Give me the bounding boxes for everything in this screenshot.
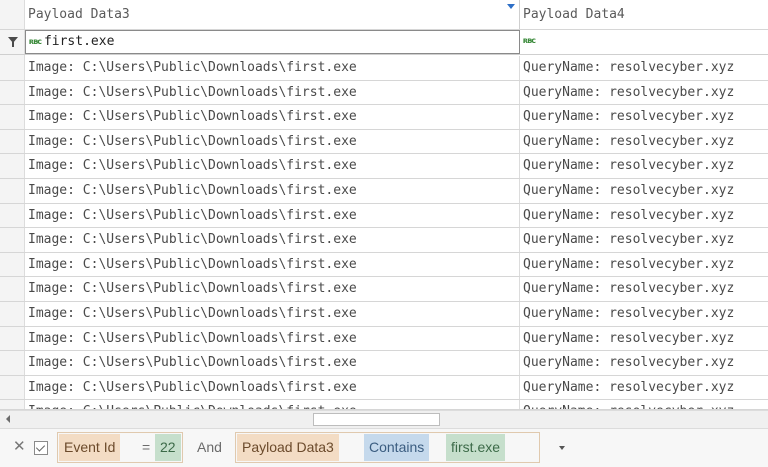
cell-payload-data4[interactable]: QueryName: resolvecyber.xyz xyxy=(520,351,768,375)
table-row[interactable]: Image: C:\Users\Public\Downloads\first.e… xyxy=(0,179,768,204)
cell-payload-data3[interactable]: Image: C:\Users\Public\Downloads\first.e… xyxy=(25,179,520,203)
cell-payload-data4[interactable]: QueryName: resolvecyber.xyz xyxy=(520,130,768,154)
cell-payload-data4[interactable]: QueryName: resolvecyber.xyz xyxy=(520,302,768,326)
cell-payload-data4[interactable]: QueryName: resolvecyber.xyz xyxy=(520,228,768,252)
filter-active-marker-icon[interactable] xyxy=(507,4,515,9)
cell-payload-data3[interactable]: Image: C:\Users\Public\Downloads\first.e… xyxy=(25,375,520,400)
table-row[interactable]: Image: C:\Users\Public\Downloads\first.e… xyxy=(0,228,768,253)
table-row[interactable]: Image: C:\Users\Public\Downloads\first.e… xyxy=(0,129,768,155)
cell-payload-data3[interactable]: Image: C:\Users\Public\Downloads\first.e… xyxy=(25,203,520,228)
filter-group-operator[interactable]: And xyxy=(192,434,227,461)
auto-filter-row: ʀʙc first.exe ʀʙc xyxy=(0,30,768,55)
cell-payload-data4[interactable]: QueryName: resolvecyber.xyz xyxy=(520,81,768,105)
cell-payload-data4[interactable]: QueryName: resolvecyber.xyz xyxy=(520,376,768,400)
cell-payload-data3[interactable]: Image: C:\Users\Public\Downloads\first.e… xyxy=(25,326,520,351)
scrollbar-thumb[interactable] xyxy=(313,413,440,426)
rbc-condition-icon[interactable]: ʀʙc xyxy=(523,30,536,52)
cell-payload-data3[interactable]: Image: C:\Users\Public\Downloads\first.e… xyxy=(25,56,520,80)
table-row[interactable]: Image: C:\Users\Public\Downloads\first.e… xyxy=(0,326,768,352)
cell-payload-data4[interactable]: QueryName: resolvecyber.xyz xyxy=(520,56,768,80)
close-icon[interactable]: ✕ xyxy=(13,439,26,455)
cell-payload-data3[interactable]: Image: C:\Users\Public\Downloads\first.e… xyxy=(25,302,520,326)
cell-payload-data3[interactable]: Image: C:\Users\Public\Downloads\first.e… xyxy=(25,129,520,154)
cell-payload-data4[interactable]: QueryName: resolvecyber.xyz xyxy=(520,400,768,409)
table-row[interactable]: Image: C:\Users\Public\Downloads\first.e… xyxy=(0,302,768,327)
table-row[interactable]: Image: C:\Users\Public\Downloads\first.e… xyxy=(0,252,768,278)
cell-payload-data3[interactable]: Image: C:\Users\Public\Downloads\first.e… xyxy=(25,252,520,277)
cell-payload-data3[interactable]: Image: C:\Users\Public\Downloads\first.e… xyxy=(25,277,520,301)
filter-input-value: first.exe xyxy=(43,34,115,49)
column-header-row: Payload Data3 Payload Data4 xyxy=(0,0,768,30)
filter-field-token[interactable]: Event Id xyxy=(59,434,121,461)
horizontal-scrollbar[interactable] xyxy=(0,410,768,428)
cell-payload-data3[interactable]: Image: C:\Users\Public\Downloads\first.e… xyxy=(25,351,520,375)
filter-input-payload-data3[interactable]: ʀʙc first.exe xyxy=(25,30,520,54)
chevron-left-icon[interactable] xyxy=(6,415,10,423)
column-header-label: Payload Data3 xyxy=(28,7,130,22)
cell-payload-data4[interactable]: QueryName: resolvecyber.xyz xyxy=(520,327,768,351)
cell-payload-data4[interactable]: QueryName: resolvecyber.xyz xyxy=(520,179,768,203)
table-row[interactable]: Image: C:\Users\Public\Downloads\first.e… xyxy=(0,351,768,376)
cell-payload-data3[interactable]: Image: C:\Users\Public\Downloads\first.e… xyxy=(25,154,520,178)
cell-payload-data3[interactable]: Image: C:\Users\Public\Downloads\first.e… xyxy=(25,228,520,252)
chevron-down-icon[interactable] xyxy=(559,446,565,450)
filter-value-token[interactable]: first.exe xyxy=(446,434,506,461)
filter-input-payload-data4[interactable]: ʀʙc xyxy=(520,30,768,54)
table-row[interactable]: Image: C:\Users\Public\Downloads\first.e… xyxy=(0,400,768,409)
cell-payload-data4[interactable]: QueryName: resolvecyber.xyz xyxy=(520,204,768,228)
data-grid: Payload Data3 Payload Data4 ʀʙc first.exe… xyxy=(0,0,768,410)
filter-condition-token[interactable]: Contains xyxy=(364,434,430,461)
column-header-label: Payload Data4 xyxy=(523,7,625,22)
cell-payload-data4[interactable]: QueryName: resolvecyber.xyz xyxy=(520,277,768,301)
cell-payload-data3[interactable]: Image: C:\Users\Public\Downloads\first.e… xyxy=(25,400,520,409)
table-row[interactable]: Image: C:\Users\Public\Downloads\first.e… xyxy=(0,105,768,130)
rbc-condition-icon[interactable]: ʀʙc xyxy=(29,31,42,53)
cell-payload-data4[interactable]: QueryName: resolvecyber.xyz xyxy=(520,105,768,129)
table-row[interactable]: Image: C:\Users\Public\Downloads\first.e… xyxy=(0,56,768,81)
column-header-payload-data4[interactable]: Payload Data4 xyxy=(520,0,768,29)
cell-payload-data4[interactable]: QueryName: resolvecyber.xyz xyxy=(520,253,768,277)
table-row[interactable]: Image: C:\Users\Public\Downloads\first.e… xyxy=(0,154,768,179)
filter-value-token[interactable]: 22 xyxy=(155,434,181,461)
column-header-payload-data3[interactable]: Payload Data3 xyxy=(25,0,520,29)
table-row[interactable]: Image: C:\Users\Public\Downloads\first.e… xyxy=(0,277,768,302)
cell-payload-data3[interactable]: Image: C:\Users\Public\Downloads\first.e… xyxy=(25,105,520,129)
cell-payload-data4[interactable]: QueryName: resolvecyber.xyz xyxy=(520,154,768,178)
filter-field-token[interactable]: Payload Data3 xyxy=(237,434,339,461)
table-row[interactable]: Image: C:\Users\Public\Downloads\first.e… xyxy=(0,80,768,106)
filter-operator-token[interactable]: = xyxy=(139,434,153,461)
filter-panel: ✕ Event Id = 22 And Payload Data3 Contai… xyxy=(0,428,768,467)
filter-enabled-checkbox[interactable] xyxy=(34,441,48,455)
table-row[interactable]: Image: C:\Users\Public\Downloads\first.e… xyxy=(0,203,768,229)
table-row[interactable]: Image: C:\Users\Public\Downloads\first.e… xyxy=(0,375,768,401)
cell-payload-data3[interactable]: Image: C:\Users\Public\Downloads\first.e… xyxy=(25,80,520,105)
